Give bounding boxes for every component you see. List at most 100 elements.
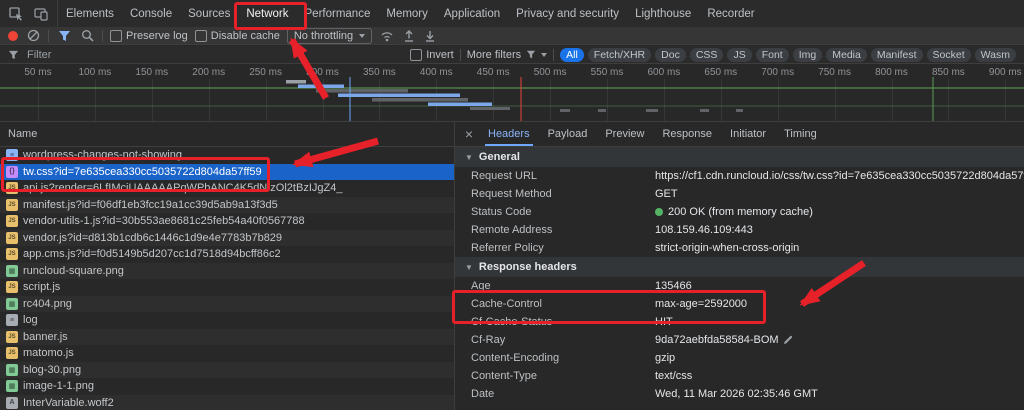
js-file-icon: JS [6,347,18,359]
preserve-log-checkbox[interactable]: Preserve log [110,30,188,42]
tab-lighthouse[interactable]: Lighthouse [627,0,699,27]
header-value: https://cf1.cdn.runcloud.io/css/tw.css?i… [655,170,1024,182]
detail-tab-payload[interactable]: Payload [539,122,597,146]
js-file-icon: JS [6,248,18,260]
request-row[interactable]: JSmanifest.js?id=f06df1eb3fcc19a1cc39d5a… [0,197,454,214]
request-name: banner.js [23,331,68,343]
header-key: Cache-Control [471,298,655,310]
filter-chip-js[interactable]: JS [727,48,751,62]
tab-privacy-and-security[interactable]: Privacy and security [508,0,627,27]
header-key: Request Method [471,188,655,200]
js-file-icon: JS [6,199,18,211]
tab-recorder[interactable]: Recorder [699,0,762,27]
search-icon[interactable] [79,28,95,44]
filter-chip-manifest[interactable]: Manifest [871,48,923,62]
filter-chip-all[interactable]: All [560,48,584,62]
filter-funnel-icon[interactable] [56,28,72,44]
filter-chip-wasm[interactable]: Wasm [975,48,1016,62]
filter-chip-doc[interactable]: Doc [655,48,686,62]
edit-icon[interactable] [783,335,793,345]
header-value: strict-origin-when-cross-origin [655,242,799,254]
tab-application[interactable]: Application [436,0,508,27]
detail-tab-initiator[interactable]: Initiator [721,122,775,146]
header-value: max-age=2592000 [655,298,747,310]
section-header-response-headers[interactable]: ▼Response headers [455,257,1024,277]
record-button[interactable] [8,31,18,41]
request-name: tw.css?id=7e635cea330cc5035722d804da57ff… [23,166,262,178]
detail-tab-preview[interactable]: Preview [596,122,653,146]
separator [48,30,49,42]
filter-input[interactable] [25,48,404,62]
section-header-general[interactable]: ▼General [455,147,1024,167]
tab-performance[interactable]: Performance [297,0,379,27]
request-name: image-1-1.png [23,380,94,392]
js-file-icon: JS [6,215,18,227]
js-file-icon: JS [6,182,18,194]
header-key: Cf-Cache-Status [471,316,655,328]
header-key: Status Code [471,206,655,218]
close-icon[interactable]: × [459,122,479,146]
request-row[interactable]: JSvendor-utils-1.js?id=30b553ae8681c25fe… [0,213,454,230]
header-value: 9da72aebfda58584-BOM [655,334,779,346]
request-row[interactable]: ▦blog-30.png [0,362,454,379]
disable-cache-checkbox[interactable]: Disable cache [195,30,280,42]
img-file-icon: ▦ [6,364,18,376]
more-filters-button[interactable]: More filters [467,49,547,61]
inspect-element-icon[interactable] [5,3,27,25]
header-key: Request URL [471,170,655,182]
network-conditions-icon[interactable] [379,28,395,44]
request-list: ≡wordpress-changes-not-showing{}tw.css?i… [0,147,454,410]
invert-checkbox[interactable]: Invert [410,49,454,61]
request-details-panel: × HeadersPayloadPreviewResponseInitiator… [455,122,1024,410]
device-toolbar-icon[interactable] [30,3,52,25]
request-row[interactable]: JS banner.js [0,329,454,346]
tab-elements[interactable]: Elements [58,0,122,27]
filter-chip-socket[interactable]: Socket [927,48,971,62]
tab-console[interactable]: Console [122,0,180,27]
timeline-overview[interactable]: 50 ms100 ms150 ms200 ms250 ms300 ms350 m… [0,65,1024,122]
chevron-down-icon [541,53,547,57]
request-row[interactable]: ▦ rc404.png [0,296,454,313]
header-value: 108.159.46.109:443 [655,224,753,236]
request-row[interactable]: ≡wordpress-changes-not-showing [0,147,454,164]
throttling-select[interactable]: No throttling [287,28,372,44]
filter-chip-fetch-xhr[interactable]: Fetch/XHR [588,48,651,62]
filter-funnel-small-icon [8,50,19,60]
filter-chip-css[interactable]: CSS [690,48,724,62]
request-row[interactable]: JSvendor.js?id=d813b1cdb6c1446c1d9e4e778… [0,230,454,247]
detail-tab-timing[interactable]: Timing [775,122,826,146]
filter-chip-media[interactable]: Media [826,48,867,62]
header-row: DateWed, 11 Mar 2026 02:35:46 GMT [455,385,1024,403]
request-row[interactable]: JSapp.cms.js?id=f0d5149b5d207cc1d7518d94… [0,246,454,263]
js-file-icon: JS [6,331,18,343]
filter-chip-img[interactable]: Img [793,48,823,62]
img-file-icon: ▦ [6,298,18,310]
detail-tab-headers[interactable]: Headers [479,122,539,146]
header-value: Wed, 11 Mar 2026 02:35:46 GMT [655,388,818,400]
detail-tab-response[interactable]: Response [653,122,721,146]
name-column-header[interactable]: Name [0,122,454,147]
request-row[interactable]: ▦runcloud-square.png [0,263,454,280]
chevron-down-icon [359,34,365,38]
export-har-icon[interactable] [423,28,437,44]
tab-memory[interactable]: Memory [378,0,436,27]
other-file-icon: ≡ [6,314,18,326]
request-row[interactable]: ≡log [0,312,454,329]
resource-type-chips: All Fetch/XHR Doc CSSJS Font ImgMedia Manifest… [560,48,1016,62]
request-row[interactable]: JSapi.js?render=6LfIMciUAAAAAPqWPbANC4K5… [0,180,454,197]
tab-network[interactable]: Network [238,0,296,27]
request-row[interactable]: JSscript.js [0,279,454,296]
import-har-icon[interactable] [402,28,416,44]
devtools-toolbar-icons [0,0,58,27]
request-row[interactable]: JSmatomo.js [0,345,454,362]
tab-sources[interactable]: Sources [180,0,238,27]
font-file-icon: A [6,397,18,409]
filter-chip-font[interactable]: Font [756,48,789,62]
request-row[interactable]: ▦image-1-1.png [0,378,454,395]
header-row: Content-Encodinggzip [455,349,1024,367]
disclosure-triangle-icon: ▼ [465,263,473,272]
request-row[interactable]: AInterVariable.woff2 [0,395,454,410]
clear-network-log-icon[interactable] [25,28,41,44]
request-name: rc404.png [23,298,72,310]
request-row[interactable]: {}tw.css?id=7e635cea330cc5035722d804da57… [0,164,454,181]
